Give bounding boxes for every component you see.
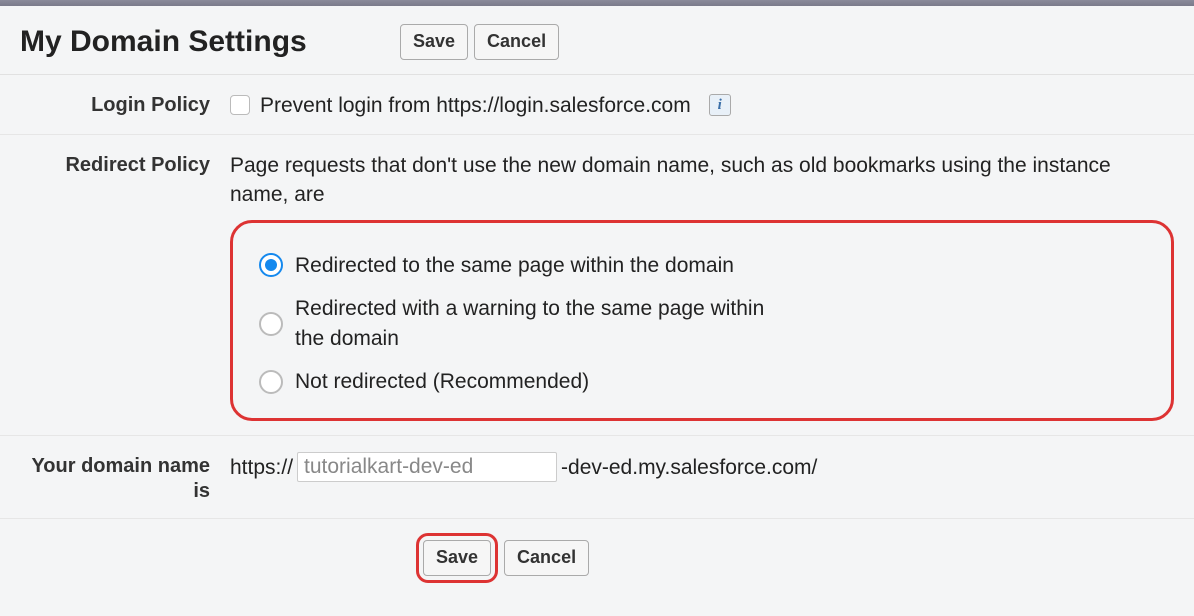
domain-name-label: Your domain name is	[20, 452, 230, 504]
redirect-policy-label: Redirect Policy	[20, 151, 230, 178]
redirect-option-warning-radio[interactable]	[259, 312, 283, 336]
footer-row: Save Cancel	[0, 518, 1194, 603]
redirect-option-same-page-label: Redirected to the same page within the d…	[295, 251, 734, 280]
page-title: My Domain Settings	[20, 25, 400, 59]
prevent-login-checkbox[interactable]	[230, 95, 250, 115]
domain-prefix: https://	[230, 453, 293, 482]
redirect-policy-description: Page requests that don't use the new dom…	[230, 151, 1174, 210]
domain-name-row: Your domain name is https:// -dev-ed.my.…	[0, 436, 1194, 518]
domain-suffix: -dev-ed.my.salesforce.com/	[561, 453, 817, 482]
login-policy-row: Login Policy Prevent login from https://…	[0, 75, 1194, 135]
info-icon[interactable]: i	[709, 94, 731, 116]
redirect-policy-row: Redirect Policy Page requests that don't…	[0, 135, 1194, 436]
save-button-highlight: Save	[416, 533, 498, 583]
login-policy-label: Login Policy	[20, 91, 230, 118]
cancel-button-bottom[interactable]: Cancel	[504, 540, 589, 576]
redirect-option-warning-label: Redirected with a warning to the same pa…	[295, 294, 791, 353]
save-button-top[interactable]: Save	[400, 24, 468, 60]
redirect-option-same-page-radio[interactable]	[259, 253, 283, 277]
redirect-options-highlight: Redirected to the same page within the d…	[230, 220, 1174, 422]
header-row: My Domain Settings Save Cancel	[0, 6, 1194, 75]
redirect-option-not-redirected-label: Not redirected (Recommended)	[295, 367, 589, 396]
prevent-login-label: Prevent login from https://login.salesfo…	[260, 91, 691, 120]
domain-name-input[interactable]	[297, 452, 557, 482]
redirect-option-not-redirected-radio[interactable]	[259, 370, 283, 394]
cancel-button-top[interactable]: Cancel	[474, 24, 559, 60]
save-button-bottom[interactable]: Save	[423, 540, 491, 576]
